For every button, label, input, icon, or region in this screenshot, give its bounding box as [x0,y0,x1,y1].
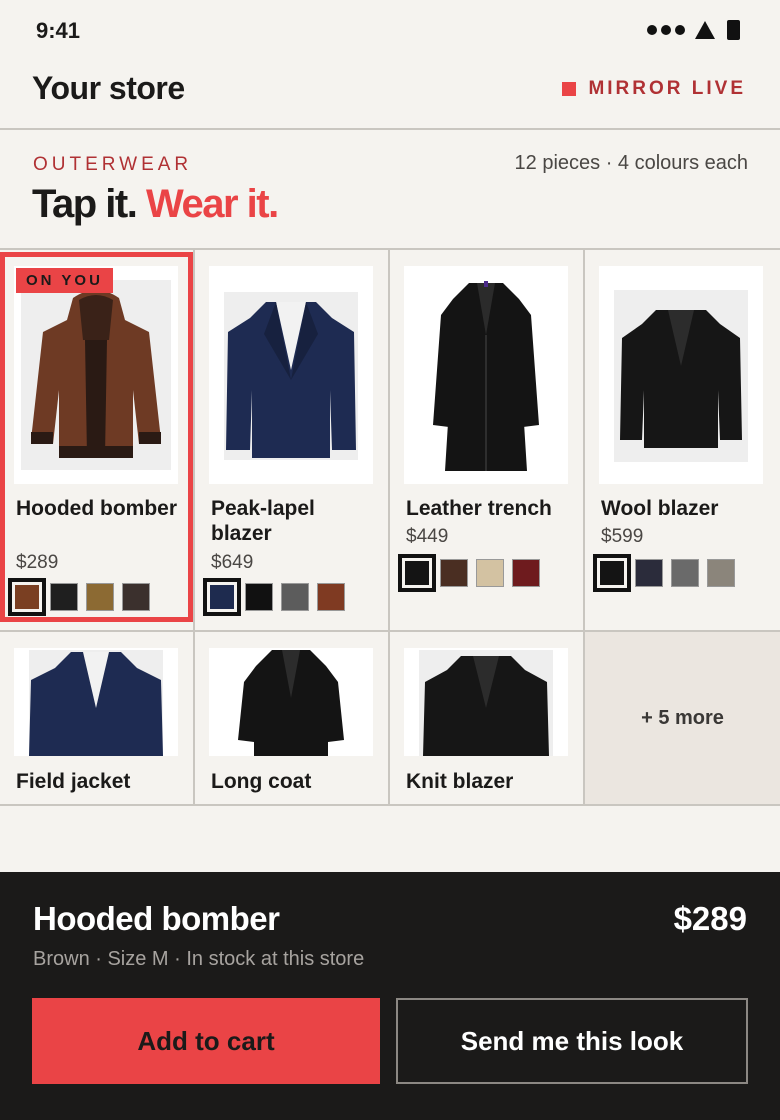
color-swatches [398,554,540,592]
product-image[interactable] [599,266,763,484]
swatch-burgundy[interactable] [512,559,540,587]
section-header: OUTERWEAR 12 pieces · 4 colours each Tap… [0,132,780,248]
mirror-live-indicator[interactable]: MIRROR LIVE [562,78,746,100]
swatch-navy[interactable] [203,578,241,616]
signal-icon [647,25,685,35]
product-image[interactable] [209,648,373,756]
swatch-sand[interactable] [476,559,504,587]
color-swatches [593,554,735,592]
send-look-button[interactable]: Send me this look [396,998,748,1084]
product-card-knit-blazer[interactable]: Knit blazer [390,632,585,804]
on-you-badge: ON YOU [16,268,113,293]
product-image[interactable] [404,648,568,756]
more-products-label: + 5 more [641,706,724,729]
swatch-taupe[interactable] [707,559,735,587]
swatch-grey[interactable] [281,583,309,611]
product-card-peak-lapel-blazer[interactable]: Peak-lapel blazer $649 [195,250,390,630]
black-wool-blazer-icon [614,290,748,462]
product-card-long-coat[interactable]: Long coat [195,632,390,804]
swatch-black[interactable] [50,583,78,611]
add-to-cart-button[interactable]: Add to cart [32,998,380,1084]
product-name: Leather trench [406,497,552,520]
status-icons [647,20,740,40]
status-time: 9:41 [36,18,81,43]
product-name: Wool blazer [601,497,719,520]
swatch-dark-brown[interactable] [122,583,150,611]
product-price: $449 [406,526,449,547]
selected-product-details: Brown · Size M · In stock at this store [33,948,365,970]
swatch-brown[interactable] [440,559,468,587]
selection-panel: Hooded bomber $289 Brown · Size M · In s… [0,872,780,1120]
app-header: Your store MIRROR LIVE [0,62,780,130]
product-card-field-jacket[interactable]: Field jacket [0,632,195,804]
product-card-hooded-bomber[interactable]: ON YOU Hooded bomber $289 [0,250,195,630]
swatch-black[interactable] [398,554,436,592]
product-name: Hooded bomber [16,497,177,520]
product-image[interactable] [209,266,373,484]
product-image[interactable] [404,266,568,484]
mirror-live-label: MIRROR LIVE [588,78,746,99]
swatch-grey[interactable] [671,559,699,587]
category-label: OUTERWEAR [33,154,193,175]
product-name: Knit blazer [406,770,514,793]
color-swatches [8,578,150,616]
black-long-coat-icon [238,650,344,756]
status-bar: 9:41 [0,0,780,62]
selected-product-price: $289 [673,900,747,937]
black-knit-blazer-icon [419,650,553,756]
swatch-tan[interactable] [86,583,114,611]
product-price: $289 [16,552,59,573]
product-price: $599 [601,526,644,547]
black-leather-trench-coat-icon [433,281,539,471]
swatch-brown[interactable] [8,578,46,616]
color-swatches [203,578,345,616]
swatch-black[interactable] [245,583,273,611]
product-price: $649 [211,552,254,573]
product-image[interactable] [14,648,178,756]
product-name: Long coat [211,770,312,793]
headline-part-2: Wear it. [145,182,279,226]
headline-part-1: Tap it. [32,182,138,226]
product-grid: ON YOU Hooded bomber $289 Peak-lapel bla… [0,248,780,806]
swatch-rust[interactable] [317,583,345,611]
swatch-charcoal-navy[interactable] [635,559,663,587]
headline: Tap it. Wear it. [32,182,279,227]
page-title: Your store [32,70,185,106]
piece-count: 12 pieces · 4 colours each [514,152,748,174]
product-image[interactable] [14,266,178,484]
selected-product-name: Hooded bomber [33,900,280,937]
product-name: Peak-lapel blazer [211,497,315,545]
brown-leather-bomber-jacket-icon [21,280,171,470]
more-products-button[interactable]: + 5 more [585,632,780,804]
swatch-black[interactable] [593,554,631,592]
live-dot-icon [562,82,577,96]
wifi-icon [695,21,715,39]
product-name: Field jacket [16,770,131,793]
product-card-leather-trench[interactable]: Leather trench $449 [390,250,585,630]
battery-icon [727,20,740,40]
navy-blazer-icon [224,292,358,460]
product-card-wool-blazer[interactable]: Wool blazer $599 [585,250,780,630]
navy-jacket-icon [29,650,163,756]
